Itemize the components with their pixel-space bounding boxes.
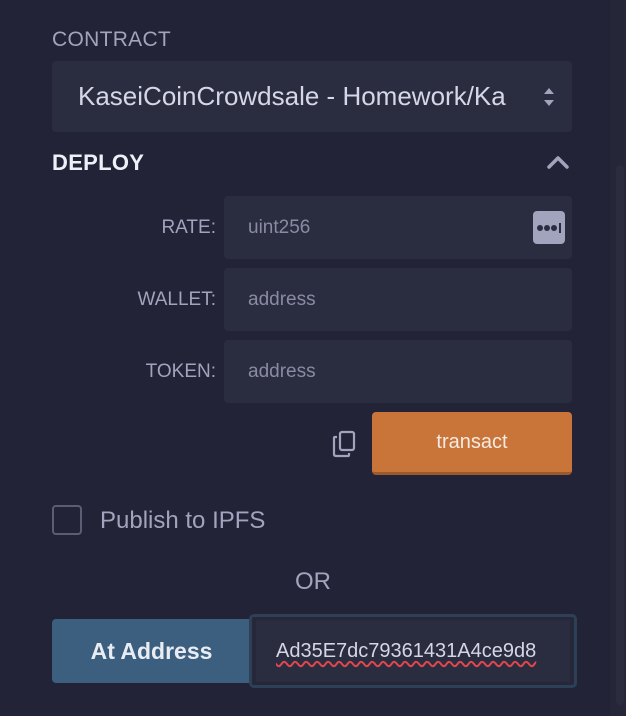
transact-button[interactable]: transact xyxy=(372,412,572,475)
token-label: TOKEN: xyxy=(145,361,216,382)
wallet-input[interactable]: address xyxy=(224,268,572,331)
at-address-button[interactable]: At Address xyxy=(52,619,251,683)
chevron-up-icon[interactable] xyxy=(546,152,570,172)
wallet-label: WALLET: xyxy=(137,289,217,310)
contract-select-value: KaseiCoinCrowdsale - Homework/Ka xyxy=(78,81,506,111)
copy-icon[interactable] xyxy=(332,430,358,458)
rate-label: RATE: xyxy=(161,217,216,238)
deploy-header: DEPLOY xyxy=(52,150,145,175)
wallet-placeholder: address xyxy=(248,288,316,310)
token-input[interactable]: address xyxy=(224,340,572,403)
publish-ipfs-checkbox[interactable] xyxy=(52,505,82,535)
more-icon[interactable] xyxy=(533,211,565,244)
publish-ipfs-label[interactable]: Publish to IPFS xyxy=(100,507,265,535)
at-address-input-inner: Ad35E7dc79361431A4ce9d8 xyxy=(256,620,570,682)
contract-select[interactable]: KaseiCoinCrowdsale - Homework/Ka xyxy=(52,61,572,132)
at-address-input[interactable]: Ad35E7dc79361431A4ce9d8 xyxy=(249,614,577,688)
token-placeholder: address xyxy=(248,360,316,382)
at-address-value: Ad35E7dc79361431A4ce9d8 xyxy=(276,639,537,662)
select-arrows-icon xyxy=(544,88,554,106)
or-divider: OR xyxy=(295,568,331,595)
rate-input[interactable]: uint256 xyxy=(224,196,572,259)
scrollbar-thumb[interactable] xyxy=(616,165,624,705)
scrollbar-track[interactable] xyxy=(610,0,626,716)
rate-placeholder: uint256 xyxy=(248,216,311,238)
contract-section-label: CONTRACT xyxy=(52,28,172,51)
